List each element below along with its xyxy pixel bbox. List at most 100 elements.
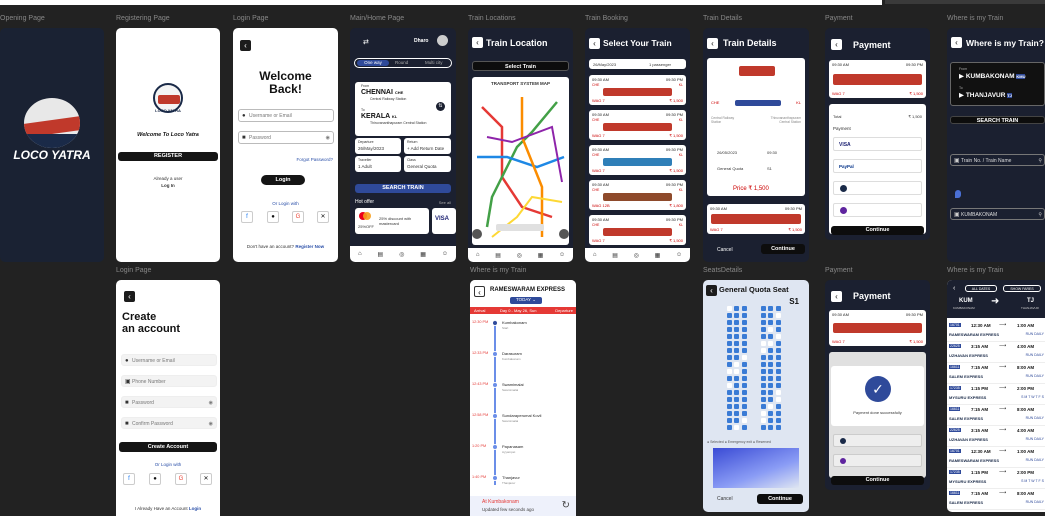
where-from[interactable]: ▶ KUMBAKONAM KMU [959,72,1026,80]
seat[interactable] [768,320,773,325]
seat[interactable] [727,348,732,353]
x-icon[interactable]: ✕ [200,473,212,485]
card-option[interactable] [833,434,922,447]
schedule-row[interactable]: 16701 12:30 AM ⟶ 1:00 AM RAMESWARAM EXPRESS R… [947,322,1045,342]
password-input[interactable]: ■ Password ◉ [121,396,217,408]
seat[interactable] [734,418,739,423]
seat[interactable] [727,313,732,318]
login-link[interactable]: Login [189,506,201,511]
seat[interactable] [768,397,773,402]
username-input[interactable]: ● Username or Email [121,354,217,366]
continue-button[interactable]: Continue [757,494,803,504]
refresh-icon[interactable]: ↻ [562,500,570,511]
schedule-row[interactable]: 16611 7:15 AM ⟶ 8:00 AM SALEM EXPRESS RUN DAI… [947,490,1045,510]
cancel-button[interactable]: Cancel [717,247,733,253]
train-row[interactable]: 09:30 AM 09:30 PM CHE KL WAG 7 ₹ 1,500 [589,145,686,175]
upi-option[interactable] [833,203,922,217]
nav-ru[interactable]: ◎ [399,251,404,258]
google-icon[interactable]: G [175,473,187,485]
seat[interactable] [727,341,732,346]
apple-icon[interactable]: ● [149,473,161,485]
seat[interactable] [734,425,739,430]
station-input[interactable]: ▣ KUMBAKONAM ⚲ [950,208,1045,220]
seat[interactable] [734,411,739,416]
seat[interactable] [742,411,747,416]
seat[interactable] [727,383,732,388]
seat[interactable] [768,418,773,423]
nav-profile[interactable]: ☺ [442,251,448,257]
eye-icon[interactable]: ◉ [326,132,330,144]
seat[interactable] [734,313,739,318]
back-icon[interactable]: ‹ [831,39,842,50]
seat[interactable] [734,376,739,381]
seat[interactable] [742,390,747,395]
seat[interactable] [761,397,766,402]
avatar[interactable] [437,35,448,46]
seat[interactable] [727,327,732,332]
eye-icon[interactable]: ◉ [209,397,213,409]
continue-button[interactable]: Continue [831,476,924,485]
confirm-password-input[interactable]: ■ Confirm Password ◉ [121,417,217,429]
seat[interactable] [727,376,732,381]
seat[interactable] [727,369,732,374]
seat[interactable] [768,355,773,360]
seat[interactable] [742,376,747,381]
schedule-row[interactable]: 22625 3:15 AM ⟶ 4:00 AM UZHAVAN EXPRESS RUN D… [947,427,1045,447]
nav-booking[interactable]: ▤ [612,252,618,259]
seat[interactable] [727,355,732,360]
seat[interactable] [776,418,781,423]
tab-round[interactable]: Round [395,60,408,65]
seat[interactable] [734,341,739,346]
seat[interactable] [768,313,773,318]
back-icon[interactable]: ‹ [124,291,135,302]
back-icon[interactable]: ‹ [589,38,600,49]
nav-booking[interactable]: ▤ [378,251,384,258]
tab-show-fares[interactable]: SHOW FARES [1003,285,1041,292]
nav-ru[interactable]: ◎ [634,252,639,259]
seat[interactable] [776,404,781,409]
back-icon[interactable]: ‹ [831,291,842,302]
details-train-row[interactable]: 09:30 AM 09:30 PM WAG 7 ₹ 1,500 [707,204,805,234]
seat[interactable] [742,355,747,360]
seat[interactable] [734,355,739,360]
departure-field[interactable]: Departure 26/May/2023 [355,138,401,154]
login-link[interactable]: Log In [116,183,220,188]
seat[interactable] [742,418,747,423]
back-icon[interactable]: ‹ [707,38,718,49]
eye-icon[interactable]: ◉ [209,418,213,430]
seat[interactable] [734,334,739,339]
schedule-row[interactable]: 22625 3:15 AM ⟶ 4:00 AM UZHAVAN EXPRESS RUN D… [947,343,1045,363]
schedule-row[interactable]: 17235 1:15 PM ⟶ 2:00 PM MYSURU EXPRESS S M T … [947,385,1045,405]
tab-multi[interactable]: Multi city [425,60,443,65]
seat[interactable] [734,306,739,311]
offer-card-mastercard[interactable]: 25%OFF 25% discount with mastercard [355,208,429,234]
train-row[interactable]: 09:30 AM 09:30 PM CHE KL WAG 7 ₹ 1,500 [589,110,686,140]
seat[interactable] [776,369,781,374]
visa-option[interactable]: VISA [833,137,922,151]
nav-plan[interactable]: ▦ [420,251,426,258]
password-input[interactable]: ■ Password ◉ [238,131,334,144]
search-icon[interactable]: ⚲ [1038,209,1042,221]
facebook-icon[interactable]: f [123,473,135,485]
seat[interactable] [776,313,781,318]
train-row[interactable]: 09:30 AM 09:30 PM CHE KL WAG 7 ₹ 1,500 [589,215,686,245]
upi-option[interactable] [833,454,922,467]
seat[interactable] [742,341,747,346]
nav-profile[interactable]: ☺ [676,252,682,258]
seat[interactable] [727,390,732,395]
select-train-button[interactable]: Select Train [472,61,569,71]
back-icon[interactable]: ‹ [472,37,483,48]
username-input[interactable]: ● Username or Email [238,109,334,122]
seat[interactable] [734,348,739,353]
seat[interactable] [727,411,732,416]
seat[interactable] [727,306,732,311]
seat[interactable] [734,383,739,388]
register-button[interactable]: REGISTER [118,152,218,161]
seat[interactable] [761,425,766,430]
seat[interactable] [776,390,781,395]
seat[interactable] [742,362,747,367]
phone-input[interactable]: ▣ Phone Number [121,375,217,387]
seat[interactable] [727,418,732,423]
seat[interactable] [776,362,781,367]
seat[interactable] [776,334,781,339]
